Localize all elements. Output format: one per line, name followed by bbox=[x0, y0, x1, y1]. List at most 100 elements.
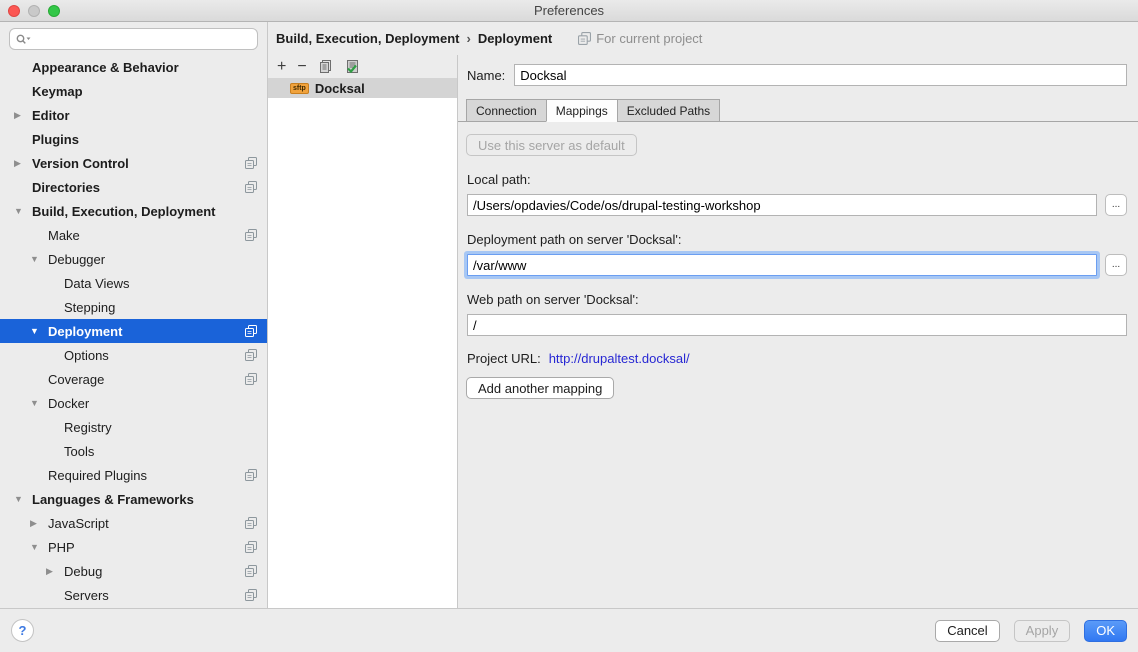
close-button[interactable] bbox=[8, 5, 20, 17]
minimize-button[interactable] bbox=[28, 5, 40, 17]
sidebar-item-label: Directories bbox=[32, 180, 100, 195]
sidebar-item-label: Required Plugins bbox=[48, 468, 147, 483]
deployment-path-input[interactable] bbox=[467, 254, 1097, 276]
search-field[interactable] bbox=[9, 28, 258, 50]
tab-mappings[interactable]: Mappings bbox=[546, 99, 617, 122]
sidebar-item-label: Servers bbox=[64, 588, 109, 603]
window-title: Preferences bbox=[534, 3, 604, 18]
search-input[interactable] bbox=[35, 31, 251, 48]
sidebar-item-directories[interactable]: Directories bbox=[0, 175, 267, 199]
tab-excluded-paths[interactable]: Excluded Paths bbox=[617, 99, 720, 122]
local-path-label: Local path: bbox=[467, 172, 1138, 187]
scope-label: For current project bbox=[596, 31, 702, 46]
help-button[interactable]: ? bbox=[11, 619, 34, 642]
server-list-panel: + − bbox=[268, 55, 458, 608]
add-another-mapping-button[interactable]: Add another mapping bbox=[466, 377, 614, 399]
local-path-browse-button[interactable]: ... bbox=[1105, 194, 1127, 216]
tab-connection[interactable]: Connection bbox=[466, 99, 546, 122]
sidebar-item-label: Deployment bbox=[48, 324, 122, 339]
chevron-down-icon[interactable]: ▼ bbox=[14, 199, 32, 223]
sidebar-item-label: Make bbox=[48, 228, 80, 243]
preferences-window: Preferences Appearance & BehaviorKeymap▶… bbox=[0, 0, 1138, 652]
traffic-lights bbox=[8, 5, 60, 17]
sidebar-item-build-execution-deployment[interactable]: ▼Build, Execution, Deployment bbox=[0, 199, 267, 223]
sidebar-item-label: Plugins bbox=[32, 132, 79, 147]
sidebar-item-debugger[interactable]: ▼Debugger bbox=[0, 247, 267, 271]
add-server-button[interactable]: + bbox=[277, 59, 286, 75]
sidebar-item-php[interactable]: ▼PHP bbox=[0, 535, 267, 559]
sidebar-item-coverage[interactable]: Coverage bbox=[0, 367, 267, 391]
breadcrumb-segment-parent[interactable]: Build, Execution, Deployment bbox=[276, 31, 459, 46]
breadcrumb-segment-current[interactable]: Deployment bbox=[478, 31, 552, 46]
sidebar-item-label: Coverage bbox=[48, 372, 104, 387]
chevron-down-icon[interactable]: ▼ bbox=[30, 391, 48, 415]
cancel-button[interactable]: Cancel bbox=[935, 620, 999, 642]
chevron-down-icon[interactable]: ▼ bbox=[30, 319, 48, 343]
sidebar-item-label: Build, Execution, Deployment bbox=[32, 204, 215, 219]
sidebar-item-data-views[interactable]: Data Views bbox=[0, 271, 267, 295]
sidebar-item-docker[interactable]: ▼Docker bbox=[0, 391, 267, 415]
sidebar-item-plugins[interactable]: Plugins bbox=[0, 127, 267, 151]
project-url-link[interactable]: http://drupaltest.docksal/ bbox=[549, 351, 690, 366]
sidebar-item-label: Debug bbox=[64, 564, 102, 579]
project-level-icon bbox=[245, 565, 257, 577]
apply-button[interactable]: Apply bbox=[1014, 620, 1071, 642]
dialog-footer: ? Cancel Apply OK bbox=[0, 608, 1138, 652]
project-level-icon bbox=[245, 349, 257, 361]
deployment-form-panel: Name: ConnectionMappingsExcluded Paths U… bbox=[458, 55, 1138, 608]
sidebar-item-label: Version Control bbox=[32, 156, 129, 171]
sidebar-item-label: Editor bbox=[32, 108, 70, 123]
server-list-item-docksal[interactable]: sftp Docksal bbox=[268, 78, 457, 98]
zoom-button[interactable] bbox=[48, 5, 60, 17]
chevron-down-icon[interactable]: ▼ bbox=[14, 487, 32, 511]
server-name-input[interactable] bbox=[514, 64, 1127, 86]
content-area: Build, Execution, Deployment › Deploymen… bbox=[268, 22, 1138, 608]
sidebar-item-label: Tools bbox=[64, 444, 94, 459]
scope-indicator: For current project bbox=[578, 31, 702, 46]
chevron-right-icon[interactable]: ▶ bbox=[46, 559, 64, 583]
project-level-icon bbox=[245, 373, 257, 385]
ok-button[interactable]: OK bbox=[1084, 620, 1127, 642]
chevron-right-icon[interactable]: ▶ bbox=[14, 151, 32, 175]
use-as-default-button[interactable] bbox=[344, 59, 360, 74]
sidebar-item-servers[interactable]: Servers bbox=[0, 583, 267, 607]
sidebar-item-required-plugins[interactable]: Required Plugins bbox=[0, 463, 267, 487]
sidebar-item-editor[interactable]: ▶Editor bbox=[0, 103, 267, 127]
settings-sidebar: Appearance & BehaviorKeymap▶EditorPlugin… bbox=[0, 22, 268, 608]
sidebar-item-registry[interactable]: Registry bbox=[0, 415, 267, 439]
sidebar-item-keymap[interactable]: Keymap bbox=[0, 79, 267, 103]
sidebar-item-tools[interactable]: Tools bbox=[0, 439, 267, 463]
sidebar-item-javascript[interactable]: ▶JavaScript bbox=[0, 511, 267, 535]
check-icon bbox=[344, 59, 360, 74]
project-level-icon bbox=[245, 517, 257, 529]
use-server-as-default-button[interactable]: Use this server as default bbox=[466, 134, 637, 156]
copy-server-button[interactable] bbox=[318, 59, 333, 74]
sidebar-item-deployment[interactable]: ▼Deployment bbox=[0, 319, 267, 343]
project-url-label: Project URL: bbox=[467, 351, 541, 366]
sidebar-item-appearance-behavior[interactable]: Appearance & Behavior bbox=[0, 55, 267, 79]
titlebar: Preferences bbox=[0, 0, 1138, 22]
sidebar-item-label: PHP bbox=[48, 540, 75, 555]
breadcrumb: Build, Execution, Deployment › Deploymen… bbox=[268, 22, 1138, 55]
sidebar-item-label: Docker bbox=[48, 396, 89, 411]
chevron-down-icon[interactable]: ▼ bbox=[30, 247, 48, 271]
tab-bar: ConnectionMappingsExcluded Paths bbox=[458, 99, 1138, 122]
chevron-right-icon[interactable]: ▶ bbox=[14, 103, 32, 127]
sidebar-item-debug[interactable]: ▶Debug bbox=[0, 559, 267, 583]
sidebar-item-label: Debugger bbox=[48, 252, 105, 267]
name-label: Name: bbox=[467, 68, 505, 83]
chevron-right-icon[interactable]: ▶ bbox=[30, 511, 48, 535]
sidebar-item-stepping[interactable]: Stepping bbox=[0, 295, 267, 319]
remove-server-button[interactable]: − bbox=[297, 59, 306, 75]
web-path-input[interactable] bbox=[467, 314, 1127, 336]
chevron-down-icon[interactable]: ▼ bbox=[30, 535, 48, 559]
sidebar-item-make[interactable]: Make bbox=[0, 223, 267, 247]
sidebar-item-options[interactable]: Options bbox=[0, 343, 267, 367]
sidebar-item-languages-frameworks[interactable]: ▼Languages & Frameworks bbox=[0, 487, 267, 511]
deployment-path-browse-button[interactable]: ... bbox=[1105, 254, 1127, 276]
server-list-toolbar: + − bbox=[268, 55, 457, 78]
local-path-input[interactable] bbox=[467, 194, 1097, 216]
sidebar-item-version-control[interactable]: ▶Version Control bbox=[0, 151, 267, 175]
project-level-icon bbox=[245, 325, 257, 337]
sidebar-item-label: Data Views bbox=[64, 276, 130, 291]
